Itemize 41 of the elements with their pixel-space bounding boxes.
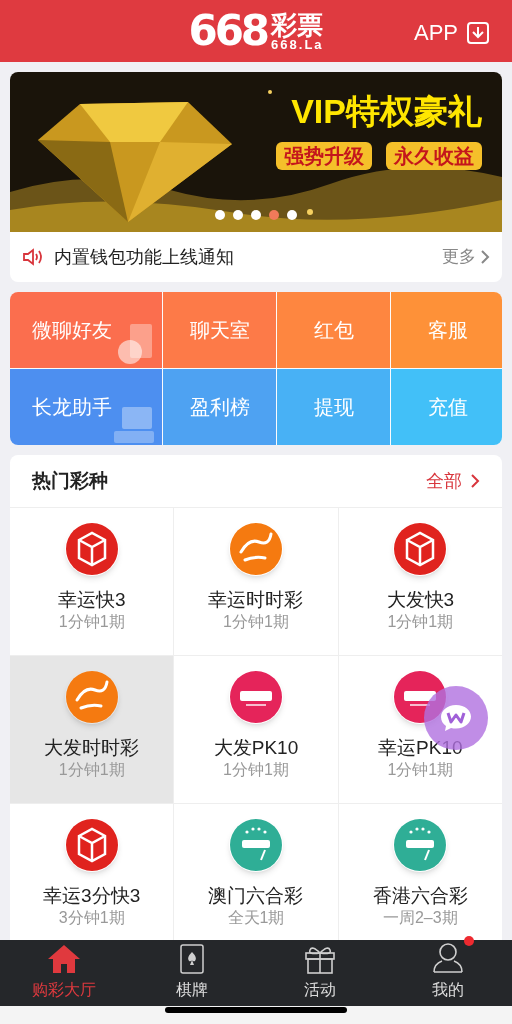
tab[interactable]: 我的	[384, 940, 512, 1006]
lottery-tile[interactable]: 幸运3分快3 3分钟1期	[10, 804, 174, 940]
pk-logo-icon	[229, 670, 283, 724]
speaker-icon	[22, 247, 44, 267]
gift-icon	[304, 944, 336, 974]
dotted-logo-icon	[393, 818, 448, 872]
dice-logo-icon	[64, 522, 119, 576]
lottery-tile[interactable]: 幸运快3 1分钟1期	[10, 508, 174, 655]
banner-headline: VIP特权豪礼	[291, 94, 482, 128]
tab[interactable]: 棋牌	[128, 940, 256, 1006]
notice-text[interactable]: 内置钱包功能上线通知	[54, 243, 432, 271]
logo-title: 彩票	[271, 11, 324, 38]
logo-domain: 668.La	[271, 37, 324, 51]
download-icon	[466, 20, 490, 45]
chat-bubble-icon	[439, 703, 473, 733]
lottery-tile[interactable]: 澳门六合彩 全天1期	[174, 804, 338, 940]
dice-logo-icon	[393, 522, 448, 576]
all-link[interactable]: 全部	[426, 467, 480, 495]
more-link[interactable]: 更多	[442, 244, 490, 270]
lottery-tile[interactable]: 大发PK10 1分钟1期	[174, 656, 338, 803]
dotted-logo-icon	[229, 818, 283, 872]
dice-logo-icon	[64, 818, 119, 872]
banner-tag: 强势升级	[276, 142, 372, 170]
home-icon	[47, 944, 81, 974]
logo-number: 668	[188, 10, 268, 52]
lottery-tile[interactable]: 大发快3 1分钟1期	[338, 508, 502, 655]
lottery-tile[interactable]: 大发时时彩 1分钟1期	[10, 656, 174, 803]
lottery-tile[interactable]: 香港六合彩 一周2–3期	[338, 804, 502, 940]
app-download-button[interactable]: APP	[413, 16, 490, 49]
chevron-icon	[480, 249, 490, 265]
swoosh-logo-icon	[229, 522, 283, 576]
playing-card-icon	[180, 944, 204, 974]
swoosh-logo-icon	[64, 670, 119, 724]
tab[interactable]: 活动	[256, 940, 384, 1006]
section-title: 热门彩种	[32, 468, 108, 493]
laptop-illustration-icon	[112, 405, 156, 445]
chevron-icon	[470, 473, 480, 489]
banner-tag: 永久收益	[386, 142, 482, 170]
user-icon	[432, 942, 464, 974]
lottery-tile[interactable]: 幸运时时彩 1分钟1期	[174, 508, 338, 655]
tab[interactable]: 购彩大厅	[0, 940, 128, 1006]
